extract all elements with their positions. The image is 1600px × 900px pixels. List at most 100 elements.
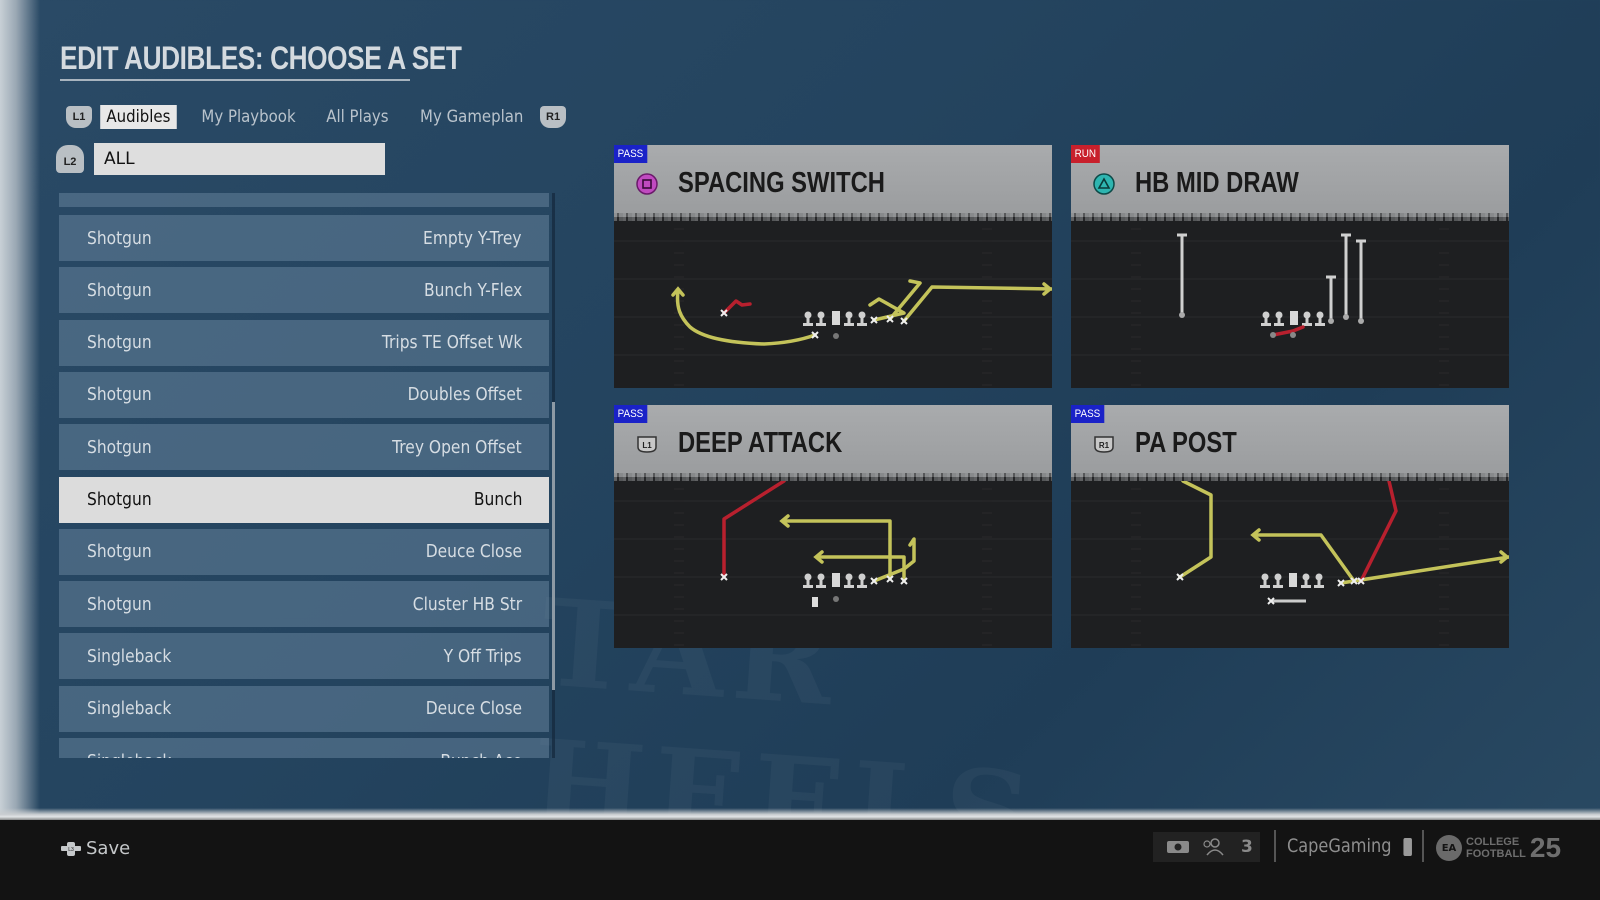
play-name: DEEP ATTACK	[678, 427, 843, 459]
camera-icon	[1167, 841, 1189, 853]
hb-player	[812, 597, 818, 607]
set-label: Cluster HB Str	[412, 593, 522, 615]
list-item-selected[interactable]: Shotgun Bunch	[59, 476, 549, 523]
lineman-player	[844, 323, 854, 326]
play-type-badge: RUN	[1071, 145, 1100, 163]
party-status[interactable]: 3	[1153, 832, 1260, 862]
button-circle	[636, 173, 658, 195]
formation-label: Singleback	[87, 645, 172, 667]
tab-all-plays[interactable]: All Plays	[320, 105, 395, 129]
block-origin	[1358, 318, 1364, 324]
set-label: Doubles Offset	[407, 384, 522, 406]
set-label: Deuce Close	[425, 541, 522, 563]
lineman-player	[816, 323, 826, 326]
list-item[interactable]: Shotgun Empty Y-Trey	[59, 215, 549, 261]
lineman-player	[1274, 323, 1284, 326]
logo-text: COLLEGE FOOTBALL	[1466, 836, 1526, 860]
list-item[interactable]: Singleback Deuce Close	[59, 685, 549, 732]
bumper-label: L1	[642, 441, 652, 450]
play-card-pa-post[interactable]: PASS R1 PA POST	[1071, 405, 1509, 648]
lineman-player	[1264, 317, 1268, 324]
formation-label: Shotgun	[87, 541, 152, 563]
footer-bar	[0, 820, 1600, 900]
lineman-player	[860, 579, 864, 586]
list-item[interactable]: Singleback Bunch Ace	[59, 738, 549, 758]
ea-logo-icon: EA	[1436, 835, 1462, 861]
list-item-partial[interactable]	[59, 193, 549, 207]
tab-my-playbook[interactable]: My Playbook	[195, 105, 302, 129]
tab-audibles[interactable]: Audibles	[100, 105, 177, 129]
l2-trigger-icon[interactable]: L2	[56, 145, 84, 173]
play-name: HB MID DRAW	[1135, 167, 1299, 199]
r1-bumper-icon[interactable]: R1	[540, 106, 567, 128]
list-item[interactable]: Shotgun Doubles Offset	[59, 371, 549, 418]
footer-divider	[1422, 830, 1424, 862]
play-diagram	[614, 481, 1052, 646]
party-members-icon	[1203, 838, 1224, 856]
play-card-spacing-switch[interactable]: PASS SPACING SWITCH	[614, 145, 1052, 388]
gamertag-label: CapeGaming	[1287, 835, 1392, 857]
post-route	[1359, 481, 1398, 583]
lineman-player	[1276, 579, 1280, 586]
formation-label: Shotgun	[87, 332, 152, 354]
lineman-player	[816, 585, 826, 588]
list-item[interactable]: Shotgun Cluster HB Str	[59, 581, 549, 628]
lineman-player	[1260, 585, 1270, 588]
list-item[interactable]: Shotgun Trey Open Offset	[59, 424, 549, 471]
list-item[interactable]: Singleback Y Off Trips	[59, 633, 549, 680]
filter-row: L2 ALL	[56, 143, 385, 175]
play-type-badge: PASS	[1071, 405, 1104, 423]
hot-route	[722, 299, 752, 315]
play-card-deep-attack[interactable]: PASS L1 DEEP ATTACK	[614, 405, 1052, 648]
play-name: SPACING SWITCH	[678, 167, 885, 199]
lineman-player	[819, 317, 823, 324]
lineman-player	[857, 585, 867, 588]
lineman-player	[1261, 323, 1271, 326]
tab-my-gameplan[interactable]: My Gameplan	[413, 105, 529, 129]
card-torn-edge	[1071, 213, 1509, 221]
lineman-player	[860, 317, 864, 324]
save-button[interactable]: L3 Save	[60, 838, 130, 859]
qb-marker	[833, 596, 839, 602]
gamertag: CapeGaming	[1287, 835, 1412, 857]
block-origin	[1179, 312, 1185, 318]
set-label: Bunch	[473, 489, 522, 510]
title-underline	[60, 79, 410, 81]
list-item[interactable]: Shotgun Deuce Close	[59, 528, 549, 575]
block-origin	[1328, 318, 1334, 324]
card-torn-edge	[614, 213, 1052, 221]
square-icon	[636, 173, 658, 195]
lineman-player	[1305, 317, 1309, 324]
set-label: Trips TE Offset Wk	[381, 332, 522, 354]
block-origin	[1343, 314, 1349, 320]
logo-line-2: FOOTBALL	[1466, 848, 1526, 860]
formation-filter-dropdown[interactable]: ALL	[94, 143, 385, 175]
lineman-player	[1304, 579, 1308, 586]
play-diagram	[1071, 228, 1509, 386]
l1-icon: L1	[637, 436, 657, 453]
lineman-player	[1317, 579, 1321, 586]
formation-label: Shotgun	[87, 436, 152, 458]
lineman-player	[806, 317, 810, 324]
formation-label: Shotgun	[87, 279, 152, 301]
l1-bumper-icon[interactable]: L1	[66, 106, 92, 128]
l3-stick-icon: L3	[61, 841, 81, 856]
card-torn-edge	[614, 473, 1052, 481]
center-player	[832, 573, 840, 587]
footer-divider	[1274, 830, 1276, 862]
lineman-player	[1263, 579, 1267, 586]
list-item[interactable]: Shotgun Trips TE Offset Wk	[59, 319, 549, 366]
play-diagram	[614, 228, 1052, 386]
logo-number: 25	[1529, 832, 1562, 863]
lineman-player	[1314, 585, 1324, 588]
lineman-player	[1277, 317, 1281, 324]
play-type-badge: PASS	[614, 145, 647, 163]
scrollbar-thumb[interactable]	[552, 402, 555, 691]
save-label: Save	[86, 838, 131, 859]
college-football-logo: EA COLLEGE FOOTBALL 25	[1436, 832, 1561, 864]
play-card-hb-mid-draw[interactable]: RUN HB MID DRAW	[1071, 145, 1509, 388]
post-route	[722, 481, 786, 579]
lineman-player	[847, 317, 851, 324]
set-label: Trey Open Offset	[392, 436, 522, 458]
list-item[interactable]: Shotgun Bunch Y-Flex	[59, 267, 549, 314]
